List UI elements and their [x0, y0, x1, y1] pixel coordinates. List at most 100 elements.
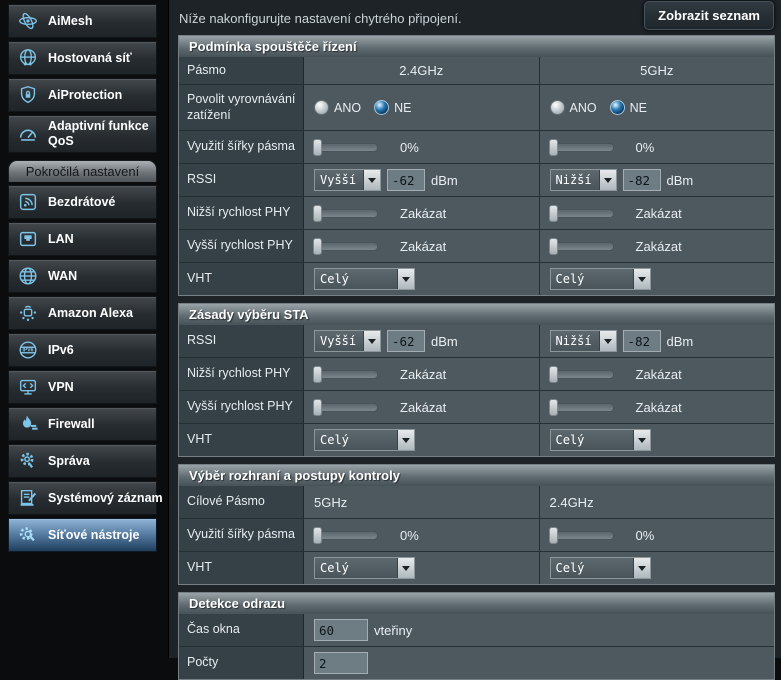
target-band-row: Cílové Pásmo 5GHz 2.4GHz	[179, 486, 774, 518]
phy-less-label: Nižší rychlost PHY	[179, 358, 304, 390]
sidebar-item-firewall[interactable]: Firewall	[8, 407, 157, 441]
load-balance-2g4-no-radio[interactable]	[374, 100, 389, 115]
rssi-5g-value-input[interactable]	[623, 169, 661, 191]
slider-handle[interactable]	[549, 366, 558, 383]
rssi-5g-cell: Nižší dBm	[539, 325, 775, 357]
radio-no-label[interactable]: NE	[394, 101, 411, 115]
rssi-unit: dBm	[431, 173, 458, 188]
slider-handle[interactable]	[313, 527, 322, 544]
sidebar-item-label: LAN	[48, 232, 74, 247]
sta-rssi-5g-value-input[interactable]	[623, 330, 661, 352]
sta-rssi-2g4-operator-select[interactable]: Vyšší	[314, 330, 381, 352]
sidebar-item-amazon-alexa[interactable]: Amazon Alexa	[8, 296, 157, 330]
flame-icon	[14, 412, 42, 436]
sidebar-item-wan[interactable]: WAN	[8, 259, 157, 293]
chevron-down-icon	[397, 269, 414, 289]
slider-handle[interactable]	[549, 399, 558, 416]
sidebar-item-adaptive-qos[interactable]: Adaptivní funkce QoS	[8, 115, 157, 153]
phy-less-5g-cell: Zakázat	[539, 358, 775, 390]
chevron-down-icon	[397, 430, 414, 450]
show-list-button[interactable]: Zobrazit seznam	[644, 1, 774, 30]
slider-handle[interactable]	[313, 205, 322, 222]
window-time-input[interactable]	[314, 619, 368, 641]
sidebar-item-network-tools[interactable]: Síťové nástroje	[8, 518, 157, 552]
counts-input[interactable]	[314, 652, 368, 674]
target-band-label: Cílové Pásmo	[179, 486, 304, 518]
select-value: Celý	[551, 558, 633, 578]
main-content: Níže nakonfigurujte nastavení chytrého p…	[168, 0, 781, 658]
sta-vht-5g-select[interactable]: Celý	[550, 429, 651, 451]
section-title: Zásady výběru STA	[179, 304, 774, 325]
load-balance-5g-no-radio[interactable]	[610, 100, 625, 115]
sidebar-item-vpn[interactable]: VPN	[8, 370, 157, 404]
phy-greater-5g-slider[interactable]	[550, 242, 614, 251]
bandwidth-5g-slider[interactable]	[550, 143, 614, 152]
load-balance-2g4-yes-radio[interactable]	[314, 100, 329, 115]
section-interface-qualify: Výběr rozhraní a postupy kontroly Cílové…	[178, 464, 775, 585]
sidebar-item-label: Adaptivní funkce QoS	[48, 119, 154, 149]
sta-rssi-2g4-value-input[interactable]	[387, 330, 425, 352]
iface-vht-2g4-select[interactable]: Celý	[314, 557, 415, 579]
rssi-5g-operator-select[interactable]: Nižší	[550, 169, 617, 191]
alexa-icon	[14, 301, 42, 325]
sidebar-item-label: Síťové nástroje	[48, 528, 139, 543]
sta-phy-less-5g-slider[interactable]	[550, 370, 614, 379]
sta-rssi-5g-operator-select[interactable]: Nižší	[550, 330, 617, 352]
phy-less-2g4-slider[interactable]	[314, 209, 378, 218]
slider-handle[interactable]	[313, 366, 322, 383]
sidebar-item-ipv6[interactable]: IPV6 IPv6	[8, 333, 157, 367]
iface-bandwidth-2g4-slider[interactable]	[314, 531, 378, 540]
radio-no-label[interactable]: NE	[630, 101, 647, 115]
sta-phy-greater-5g-slider[interactable]	[550, 403, 614, 412]
chevron-down-icon	[599, 331, 616, 351]
chevron-down-icon	[633, 430, 650, 450]
sidebar-item-aimesh[interactable]: AiMesh	[8, 4, 157, 38]
counts-row: Počty	[179, 646, 774, 679]
sidebar-item-lan[interactable]: LAN	[8, 222, 157, 256]
rssi-2g4-operator-select[interactable]: Vyšší	[314, 169, 381, 191]
phy-less-2g4-cell: Zakázat	[304, 358, 539, 390]
radio-yes-label[interactable]: ANO	[334, 101, 361, 115]
radio-yes-label[interactable]: ANO	[570, 101, 597, 115]
phy-greater-2g4-slider[interactable]	[314, 242, 378, 251]
bandwidth-2g4-slider[interactable]	[314, 143, 378, 152]
band-5g-value: 5GHz	[539, 57, 775, 84]
sta-phy-less-2g4-slider[interactable]	[314, 370, 378, 379]
sidebar-item-system-log[interactable]: Systémový záznam	[8, 481, 157, 515]
slider-handle[interactable]	[549, 527, 558, 544]
slider-handle[interactable]	[549, 205, 558, 222]
load-balance-5g-yes-radio[interactable]	[550, 100, 565, 115]
advanced-settings-header: Pokročilá nastavení	[8, 160, 157, 182]
sta-vht-2g4-select[interactable]: Celý	[314, 429, 415, 451]
rssi-2g4-value-input[interactable]	[387, 169, 425, 191]
slider-handle[interactable]	[313, 139, 322, 156]
slider-handle[interactable]	[549, 238, 558, 255]
select-value: Celý	[315, 558, 397, 578]
sidebar-item-administration[interactable]: Správa	[8, 444, 157, 478]
sidebar-item-guest-network[interactable]: Hostovaná síť	[8, 41, 157, 75]
counts-label: Počty	[179, 647, 304, 679]
iface-bandwidth-5g-slider[interactable]	[550, 531, 614, 540]
section-trigger-condition: Podmínka spouštěče řízení Pásmo 2.4GHz 5…	[178, 35, 775, 296]
select-value: Nižší	[551, 170, 599, 190]
vpn-monitor-icon	[14, 375, 42, 399]
phy-less-5g-cell: Zakázat	[539, 197, 775, 229]
slider-handle[interactable]	[549, 139, 558, 156]
log-pen-icon	[14, 486, 42, 510]
phy-greater-2g4-cell: Zakázat	[304, 230, 539, 262]
slider-handle[interactable]	[313, 238, 322, 255]
iface-vht-5g-select[interactable]: Celý	[550, 557, 651, 579]
vht-5g-select[interactable]: Celý	[550, 268, 651, 290]
lan-port-icon	[14, 227, 42, 251]
chevron-down-icon	[363, 331, 380, 351]
vht-2g4-select[interactable]: Celý	[314, 268, 415, 290]
sta-phy-greater-2g4-slider[interactable]	[314, 403, 378, 412]
load-balance-2g4-cell: ANO NE	[304, 85, 539, 130]
sidebar-item-wireless[interactable]: Bezdrátové	[8, 185, 157, 219]
sidebar-item-aiprotection[interactable]: AiProtection	[8, 78, 157, 112]
slider-handle[interactable]	[313, 399, 322, 416]
gauge-icon	[14, 122, 42, 146]
phy-less-5g-slider[interactable]	[550, 209, 614, 218]
sidebar-item-label: AiMesh	[48, 14, 92, 29]
window-time-row: Čas okna vteřiny	[179, 614, 774, 646]
